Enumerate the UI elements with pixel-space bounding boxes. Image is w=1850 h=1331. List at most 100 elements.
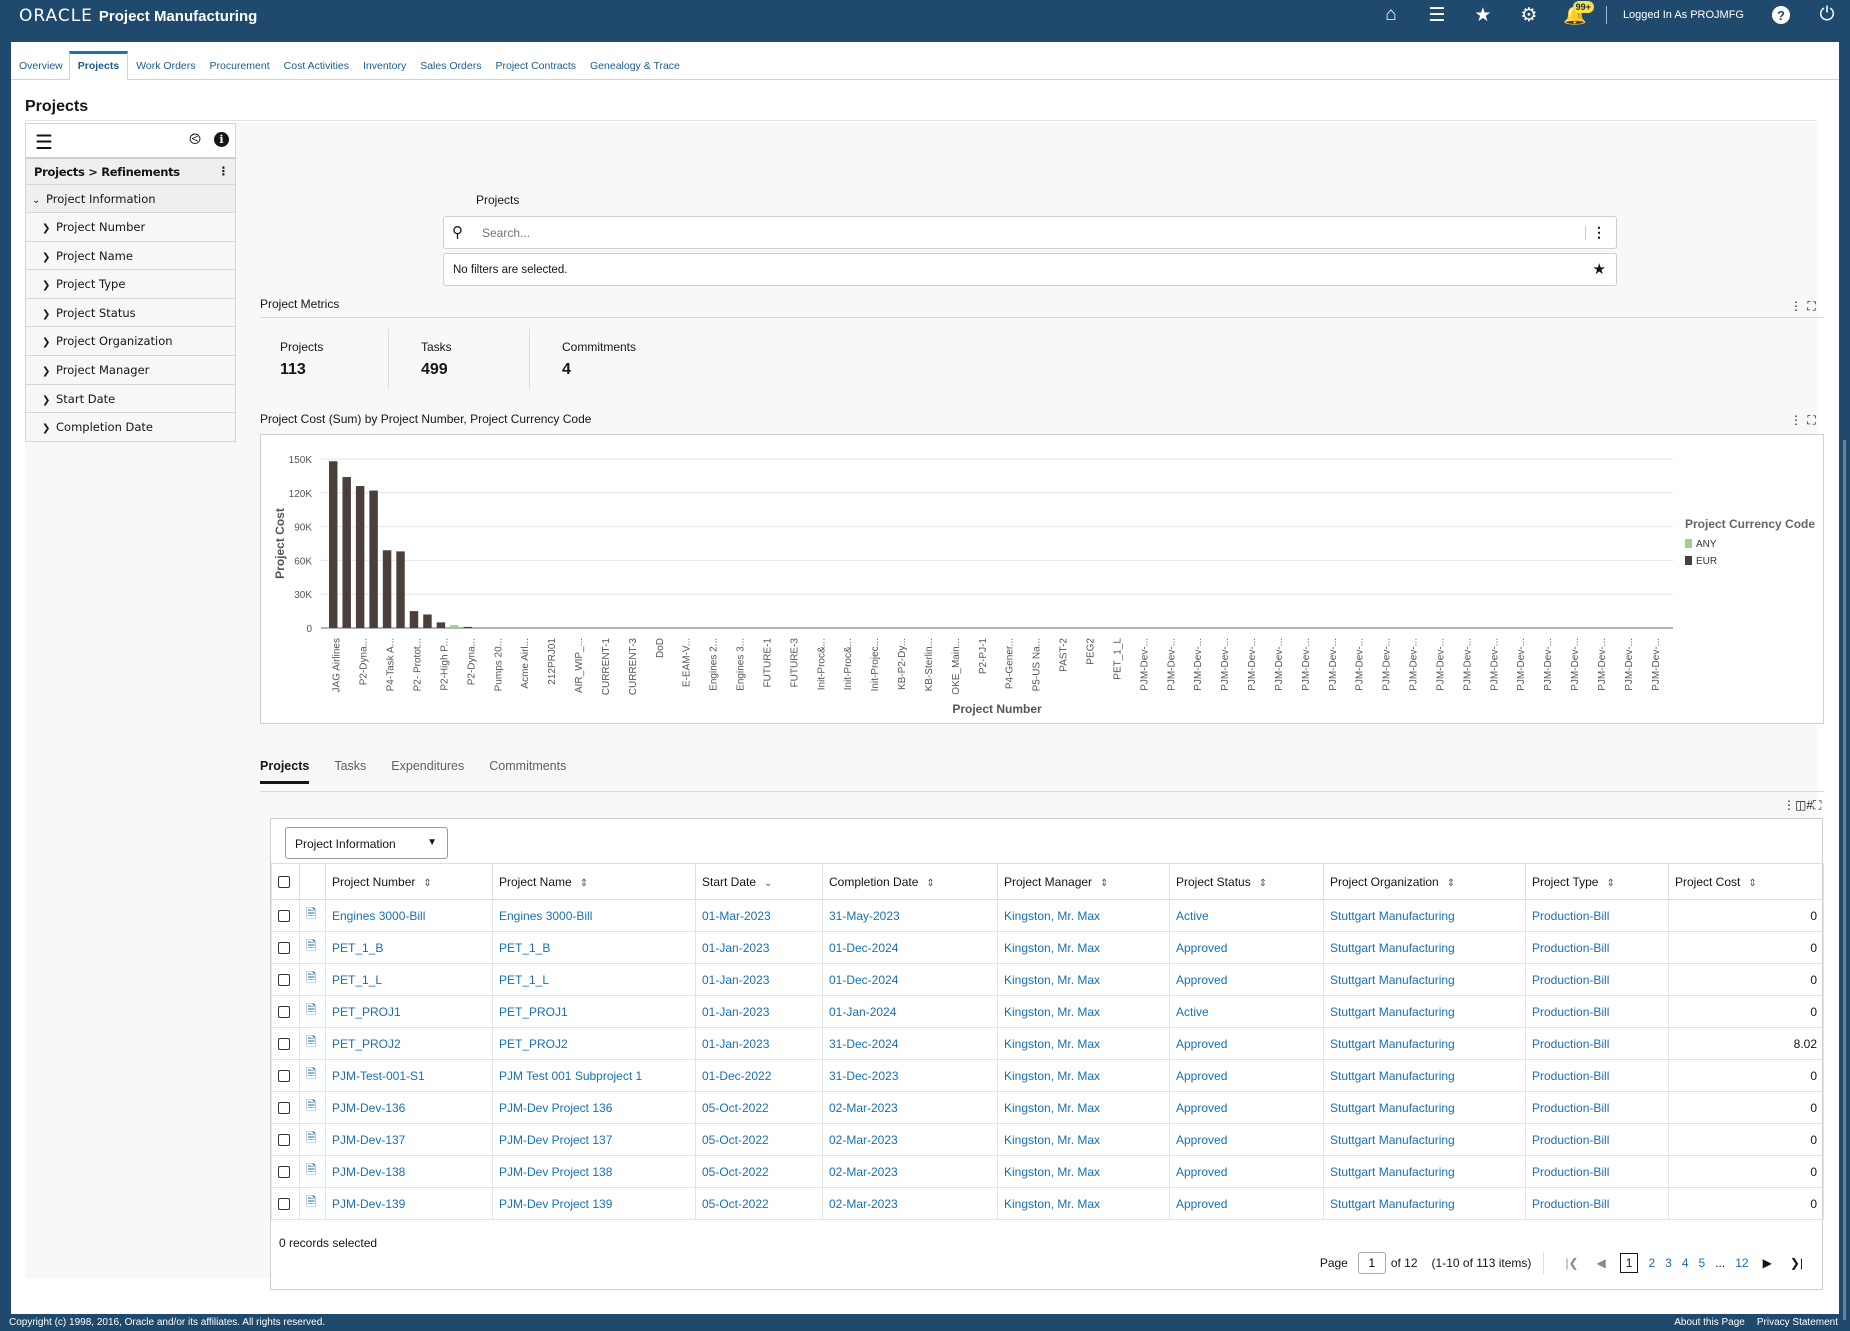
sort-icon[interactable]: ⇕ [926,878,934,889]
search-options-kebab-icon[interactable]: ⋮ [1592,224,1606,241]
page-3[interactable]: 3 [1665,1256,1672,1270]
bar-eur[interactable] [342,477,351,628]
bar-eur[interactable] [423,614,432,628]
first-page-icon[interactable]: |❮ [1565,1256,1578,1270]
previous-page-icon[interactable]: ◀ [1597,1256,1606,1270]
bar-eur[interactable] [329,461,338,628]
completion-date[interactable]: 02-Mar-2023 [829,1133,898,1147]
tab-procurement[interactable]: Procurement [202,60,276,79]
bar-eur[interactable] [436,622,446,628]
sort-icon[interactable]: ⇕ [1447,878,1455,889]
refinement-start-date[interactable]: ❯ Start Date [25,384,236,414]
project-manager-link[interactable]: Kingston, Mr. Max [1004,1133,1100,1147]
completion-date[interactable]: 02-Mar-2023 [829,1165,898,1179]
project-status[interactable]: Approved [1176,1101,1227,1115]
start-date[interactable]: 01-Mar-2023 [702,909,771,923]
refinement-project-type[interactable]: ❯ Project Type [25,270,236,299]
table-row[interactable]: 🗎 PJM-Test-001-S1 PJM Test 001 Subproject … [271,1059,1824,1092]
project-manager-link[interactable]: Kingston, Mr. Max [1004,1069,1100,1083]
page-5[interactable]: 5 [1699,1256,1706,1270]
row-checkbox[interactable] [278,942,290,955]
completion-date[interactable]: 01-Dec-2024 [829,941,898,955]
table-row[interactable]: 🗎 PET_1_L PET_1_L 01-Jan-2023 01-Dec-2024 Kin… [271,963,1824,996]
sort-icon[interactable]: ⇕ [580,878,588,889]
project-name-link[interactable]: PET_1_L [499,973,549,987]
project-organization-link[interactable]: Stuttgart Manufacturing [1330,1197,1455,1211]
project-number-link[interactable]: PJM-Dev-136 [332,1101,405,1115]
project-type-link[interactable]: Production-Bill [1532,1133,1609,1147]
project-organization-link[interactable]: Stuttgart Manufacturing [1330,1101,1455,1115]
settings-gear-icon[interactable]: ⚙ [1506,0,1552,30]
row-checkbox[interactable] [278,1166,290,1179]
tab-sales-orders[interactable]: Sales Orders [412,60,487,79]
document-search-icon[interactable]: 🗎 [306,938,316,953]
tab-cost-activities[interactable]: Cost Activities [276,60,355,79]
about-page-link[interactable]: About this Page [1674,1317,1745,1328]
project-number-link[interactable]: PJM-Dev-138 [332,1165,405,1179]
project-manager-link[interactable]: Kingston, Mr. Max [1004,973,1100,987]
project-name-link[interactable]: PJM-Dev Project 139 [499,1197,612,1211]
project-organization-link[interactable]: Stuttgart Manufacturing [1330,973,1455,987]
col-completion-date[interactable]: Completion Date ⇕ [822,863,998,900]
view-select[interactable]: Project Information ▼ [285,827,448,859]
document-search-icon[interactable]: 🗎 [306,1034,316,1049]
row-checkbox[interactable] [278,1102,290,1115]
row-checkbox[interactable] [278,910,290,923]
project-name-link[interactable]: PET_PROJ1 [499,1005,568,1019]
project-type-link[interactable]: Production-Bill [1532,973,1609,987]
completion-date[interactable]: 02-Mar-2023 [829,1197,898,1211]
document-search-icon[interactable]: 🗎 [306,1066,316,1081]
bar-eur[interactable] [409,611,419,628]
page-scrollbar[interactable] [1843,440,1846,1320]
sort-icon[interactable]: ⇕ [423,878,431,889]
project-status[interactable]: Approved [1176,1069,1227,1083]
project-type-link[interactable]: Production-Bill [1532,1101,1609,1115]
sort-icon[interactable]: ⇕ [1748,878,1756,889]
completion-date[interactable]: 31-Dec-2023 [829,1069,898,1083]
select-all-checkbox[interactable] [278,876,290,889]
col-project-organization[interactable]: Project Organization ⇕ [1323,863,1526,900]
table-row[interactable]: 🗎 PET_PROJ1 PET_PROJ1 01-Jan-2023 01-Jan-202… [271,995,1824,1028]
home-icon[interactable]: ⌂ [1368,0,1414,30]
table-row[interactable]: 🗎 PET_1_B PET_1_B 01-Jan-2023 01-Dec-2024 Kin… [271,931,1824,964]
start-date[interactable]: 05-Oct-2022 [702,1165,769,1179]
project-type-link[interactable]: Production-Bill [1532,1165,1609,1179]
project-type-link[interactable]: Production-Bill [1532,909,1609,923]
group-project-information[interactable]: ⌄ Project Information [25,185,236,213]
sort-icon[interactable]: ⇕ [1100,878,1108,889]
project-organization-link[interactable]: Stuttgart Manufacturing [1330,941,1455,955]
next-page-icon[interactable]: ▶ [1763,1256,1772,1270]
tab-tasks[interactable]: Tasks [334,759,366,784]
expand-icon[interactable]: ⛶ [1813,798,1821,812]
expand-icon[interactable]: ⛶ [1807,413,1816,427]
menu-icon[interactable]: ☰ [1414,0,1460,30]
project-name-link[interactable]: PJM Test 001 Subproject 1 [499,1069,642,1083]
col-start-date[interactable]: Start Date ⌄ [695,863,823,900]
tab-expenditures[interactable]: Expenditures [391,759,464,784]
expand-icon[interactable]: ⛶ [1807,299,1816,313]
project-name-link[interactable]: PET_PROJ2 [499,1037,568,1051]
info-icon[interactable]: i [214,132,229,147]
page-12[interactable]: 12 [1735,1256,1748,1270]
refinement-project-number[interactable]: ❯ Project Number [25,213,236,242]
kebab-icon[interactable]: ⋮ [1783,798,1795,812]
project-status[interactable]: Approved [1176,1037,1227,1051]
project-organization-link[interactable]: Stuttgart Manufacturing [1330,1133,1455,1147]
refinement-project-manager[interactable]: ❯ Project Manager [25,355,236,385]
project-number-link[interactable]: PET_1_B [332,941,383,955]
refinement-project-organization[interactable]: ❯ Project Organization [25,327,236,356]
tab-overview[interactable]: Overview [11,60,69,79]
document-search-icon[interactable]: 🗎 [306,1098,316,1113]
row-checkbox[interactable] [278,1070,290,1083]
kebab-icon[interactable]: ⋮ [1790,413,1803,427]
row-checkbox[interactable] [278,974,290,987]
project-number-link[interactable]: PJM-Dev-137 [332,1133,405,1147]
project-type-link[interactable]: Production-Bill [1532,1037,1609,1051]
project-organization-link[interactable]: Stuttgart Manufacturing [1330,909,1455,923]
project-type-link[interactable]: Production-Bill [1532,1197,1609,1211]
project-manager-link[interactable]: Kingston, Mr. Max [1004,1197,1100,1211]
row-checkbox[interactable] [278,1006,290,1019]
document-search-icon[interactable]: 🗎 [306,1002,316,1017]
tab-work-orders[interactable]: Work Orders [128,60,201,79]
table-row[interactable]: 🗎 PJM-Dev-136 PJM-Dev Project 136 05-Oct-20… [271,1091,1824,1124]
